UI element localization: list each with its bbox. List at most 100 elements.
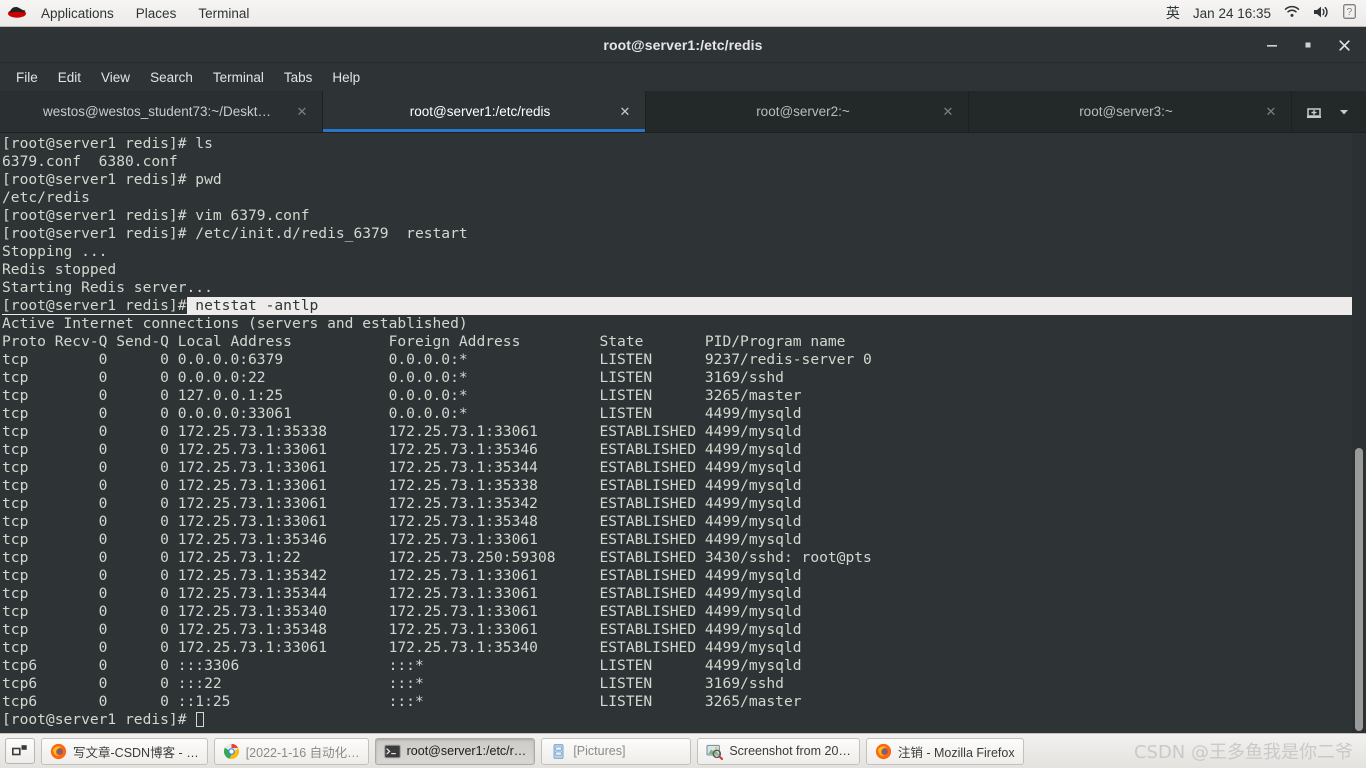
panel-menu-applications[interactable]: Applications xyxy=(30,2,125,25)
tab-bar-actions xyxy=(1292,91,1366,132)
terminal-line: [root@server1 redis]# pwd xyxy=(2,171,222,188)
terminal-line: tcp 0 0 172.25.73.1:35344 172.25.73.1:33… xyxy=(2,585,802,602)
window-controls xyxy=(1256,27,1360,63)
terminal-line: /etc/redis xyxy=(2,189,90,206)
terminal-line: tcp 0 0 172.25.73.1:35338 172.25.73.1:33… xyxy=(2,423,802,440)
terminal-window: root@server1:/etc/redis File Edit View S… xyxy=(0,27,1366,733)
terminal-line: tcp 0 0 0.0.0.0:22 0.0.0.0:* LISTEN 3169… xyxy=(2,369,784,386)
gnome-top-panel: Applications Places Terminal 英 Jan 24 16… xyxy=(0,0,1366,27)
taskbar-item-label: [Pictures] xyxy=(573,744,626,758)
redhat-logo-icon xyxy=(6,4,28,22)
clock[interactable]: Jan 24 16:35 xyxy=(1193,6,1271,21)
panel-menu-terminal[interactable]: Terminal xyxy=(187,2,260,25)
tab-root-server2[interactable]: root@server2:~ ✕ xyxy=(646,91,969,132)
terminal-scrollbar[interactable] xyxy=(1352,133,1366,733)
taskbar-item-screenshot[interactable]: Screenshot from 20… xyxy=(697,737,860,765)
firefox-icon xyxy=(875,743,892,760)
terminal-line: tcp 0 0 172.25.73.1:33061 172.25.73.1:35… xyxy=(2,459,802,476)
tab-close-icon[interactable]: ✕ xyxy=(617,104,633,120)
maximize-button[interactable] xyxy=(1292,31,1324,59)
terminal-line: tcp 0 0 172.25.73.1:35346 172.25.73.1:33… xyxy=(2,531,802,548)
terminal-line: Proto Recv-Q Send-Q Local Address Foreig… xyxy=(2,333,846,350)
firefox-icon xyxy=(50,743,67,760)
terminal-line-selected: [root@server1 redis]# netstat -antlp xyxy=(2,297,1352,315)
tab-root-server1[interactable]: root@server1:/etc/redis ✕ xyxy=(323,91,646,132)
battery-icon[interactable]: ? xyxy=(1343,4,1356,22)
menu-edit[interactable]: Edit xyxy=(48,66,91,89)
screenshot-icon xyxy=(706,743,724,760)
minimize-button[interactable] xyxy=(1256,31,1288,59)
volume-icon[interactable] xyxy=(1313,5,1330,22)
top-panel-left: Applications Places Terminal xyxy=(0,2,260,25)
menu-view[interactable]: View xyxy=(91,66,140,89)
terminal-line: tcp 0 0 172.25.73.1:35340 172.25.73.1:33… xyxy=(2,603,802,620)
taskbar: 写文章-CSDN博客 - … [2022-1-16 自动化… root@serv… xyxy=(0,733,1366,768)
taskbar-item-label: 注销 - Mozilla Firefox xyxy=(897,745,1015,760)
terminal-line: tcp 0 0 172.25.73.1:35342 172.25.73.1:33… xyxy=(2,567,802,584)
tab-close-icon[interactable]: ✕ xyxy=(1263,104,1279,120)
terminal-line: 6379.conf 6380.conf xyxy=(2,153,178,170)
terminal-line: tcp 0 0 172.25.73.1:33061 172.25.73.1:35… xyxy=(2,513,802,530)
tab-label: root@server3:~ xyxy=(1079,104,1173,119)
taskbar-item-csdn-firefox[interactable]: 写文章-CSDN博客 - … xyxy=(41,737,208,765)
tab-westos-desktop[interactable]: westos@westos_student73:~/Deskt… ✕ xyxy=(0,91,323,132)
terminal-line: Stopping ... xyxy=(2,243,108,260)
terminal-line: tcp6 0 0 :::3306 :::* LISTEN 4499/mysqld xyxy=(2,657,802,674)
terminal-line: tcp 0 0 172.25.73.1:33061 172.25.73.1:35… xyxy=(2,477,802,494)
terminal-line: tcp 0 0 172.25.73.1:22 172.25.73.250:593… xyxy=(2,549,872,566)
svg-text:?: ? xyxy=(1347,7,1353,18)
terminal-line: tcp 0 0 172.25.73.1:33061 172.25.73.1:35… xyxy=(2,441,802,458)
menu-help[interactable]: Help xyxy=(322,66,370,89)
terminal-line: tcp 0 0 0.0.0.0:6379 0.0.0.0:* LISTEN 92… xyxy=(2,351,872,368)
menu-file[interactable]: File xyxy=(6,66,48,89)
menu-search[interactable]: Search xyxy=(140,66,203,89)
terminal-line: Redis stopped xyxy=(2,261,117,278)
terminal-command: netstat -antlp xyxy=(186,297,319,314)
terminal-prompt: [root@server1 redis]# xyxy=(2,297,187,314)
csdn-watermark: CSDN @王多鱼我是你二爷 xyxy=(1133,742,1353,763)
terminal-final-prompt: [root@server1 redis]# xyxy=(2,711,1352,729)
close-button[interactable] xyxy=(1328,31,1360,59)
window-title: root@server1:/etc/redis xyxy=(603,36,763,53)
new-tab-icon[interactable] xyxy=(1300,99,1328,125)
chrome-icon xyxy=(223,743,240,760)
terminal-icon xyxy=(383,743,401,760)
terminal-line: tcp6 0 0 :::22 :::* LISTEN 3169/sshd xyxy=(2,675,784,692)
terminal-line: [root@server1 redis]# ls xyxy=(2,135,213,152)
tab-bar: westos@westos_student73:~/Deskt… ✕ root@… xyxy=(0,91,1366,133)
taskbar-item-firefox-logout[interactable]: 注销 - Mozilla Firefox xyxy=(865,737,1024,765)
terminal-line: [root@server1 redis]# vim 6379.conf xyxy=(2,207,310,224)
terminal-line: tcp 0 0 172.25.73.1:33061 172.25.73.1:35… xyxy=(2,495,802,512)
top-panel-right: 英 Jan 24 16:35 ? xyxy=(1166,3,1366,23)
taskbar-item-label: Screenshot from 20… xyxy=(729,744,851,758)
menubar: File Edit View Search Terminal Tabs Help xyxy=(0,63,1366,91)
taskbar-item-chrome[interactable]: [2022-1-16 自动化… xyxy=(213,737,369,765)
taskbar-item-pictures[interactable]: [Pictures] xyxy=(541,737,692,765)
input-method-indicator[interactable]: 英 xyxy=(1166,3,1180,23)
tab-label: root@server2:~ xyxy=(756,104,850,119)
menu-tabs[interactable]: Tabs xyxy=(274,66,323,89)
terminal-line: tcp 0 0 172.25.73.1:33061 172.25.73.1:35… xyxy=(2,639,802,656)
taskbar-item-terminal-server1[interactable]: root@server1:/etc/r… xyxy=(374,737,536,765)
terminal-line: [root@server1 redis]# /etc/init.d/redis_… xyxy=(2,225,468,242)
terminal-output-area[interactable]: [root@server1 redis]# ls 6379.conf 6380.c… xyxy=(0,133,1366,733)
panel-menu-places[interactable]: Places xyxy=(125,2,188,25)
workspace-switcher-icon[interactable] xyxy=(5,738,35,764)
taskbar-item-label: [2022-1-16 自动化… xyxy=(245,745,360,760)
menu-terminal[interactable]: Terminal xyxy=(203,66,274,89)
wifi-icon[interactable] xyxy=(1284,5,1300,21)
terminal-line: tcp 0 0 0.0.0.0:33061 0.0.0.0:* LISTEN 4… xyxy=(2,405,802,422)
tab-label: root@server1:/etc/redis xyxy=(409,104,551,119)
tab-close-icon[interactable]: ✕ xyxy=(940,104,956,120)
terminal-line: tcp 0 0 172.25.73.1:35348 172.25.73.1:33… xyxy=(2,621,802,638)
window-titlebar[interactable]: root@server1:/etc/redis xyxy=(0,27,1366,63)
scrollbar-thumb[interactable] xyxy=(1355,448,1363,731)
tab-label: westos@westos_student73:~/Deskt… xyxy=(43,104,271,119)
tab-root-server3[interactable]: root@server3:~ ✕ xyxy=(969,91,1292,132)
tab-close-icon[interactable]: ✕ xyxy=(294,104,310,120)
chevron-down-icon[interactable] xyxy=(1330,99,1358,125)
terminal-line: Starting Redis server... xyxy=(2,279,213,296)
terminal-prompt: [root@server1 redis]# xyxy=(2,711,196,728)
taskbar-item-label: 写文章-CSDN博客 - … xyxy=(73,745,199,760)
terminal-line: tcp 0 0 127.0.0.1:25 0.0.0.0:* LISTEN 32… xyxy=(2,387,802,404)
